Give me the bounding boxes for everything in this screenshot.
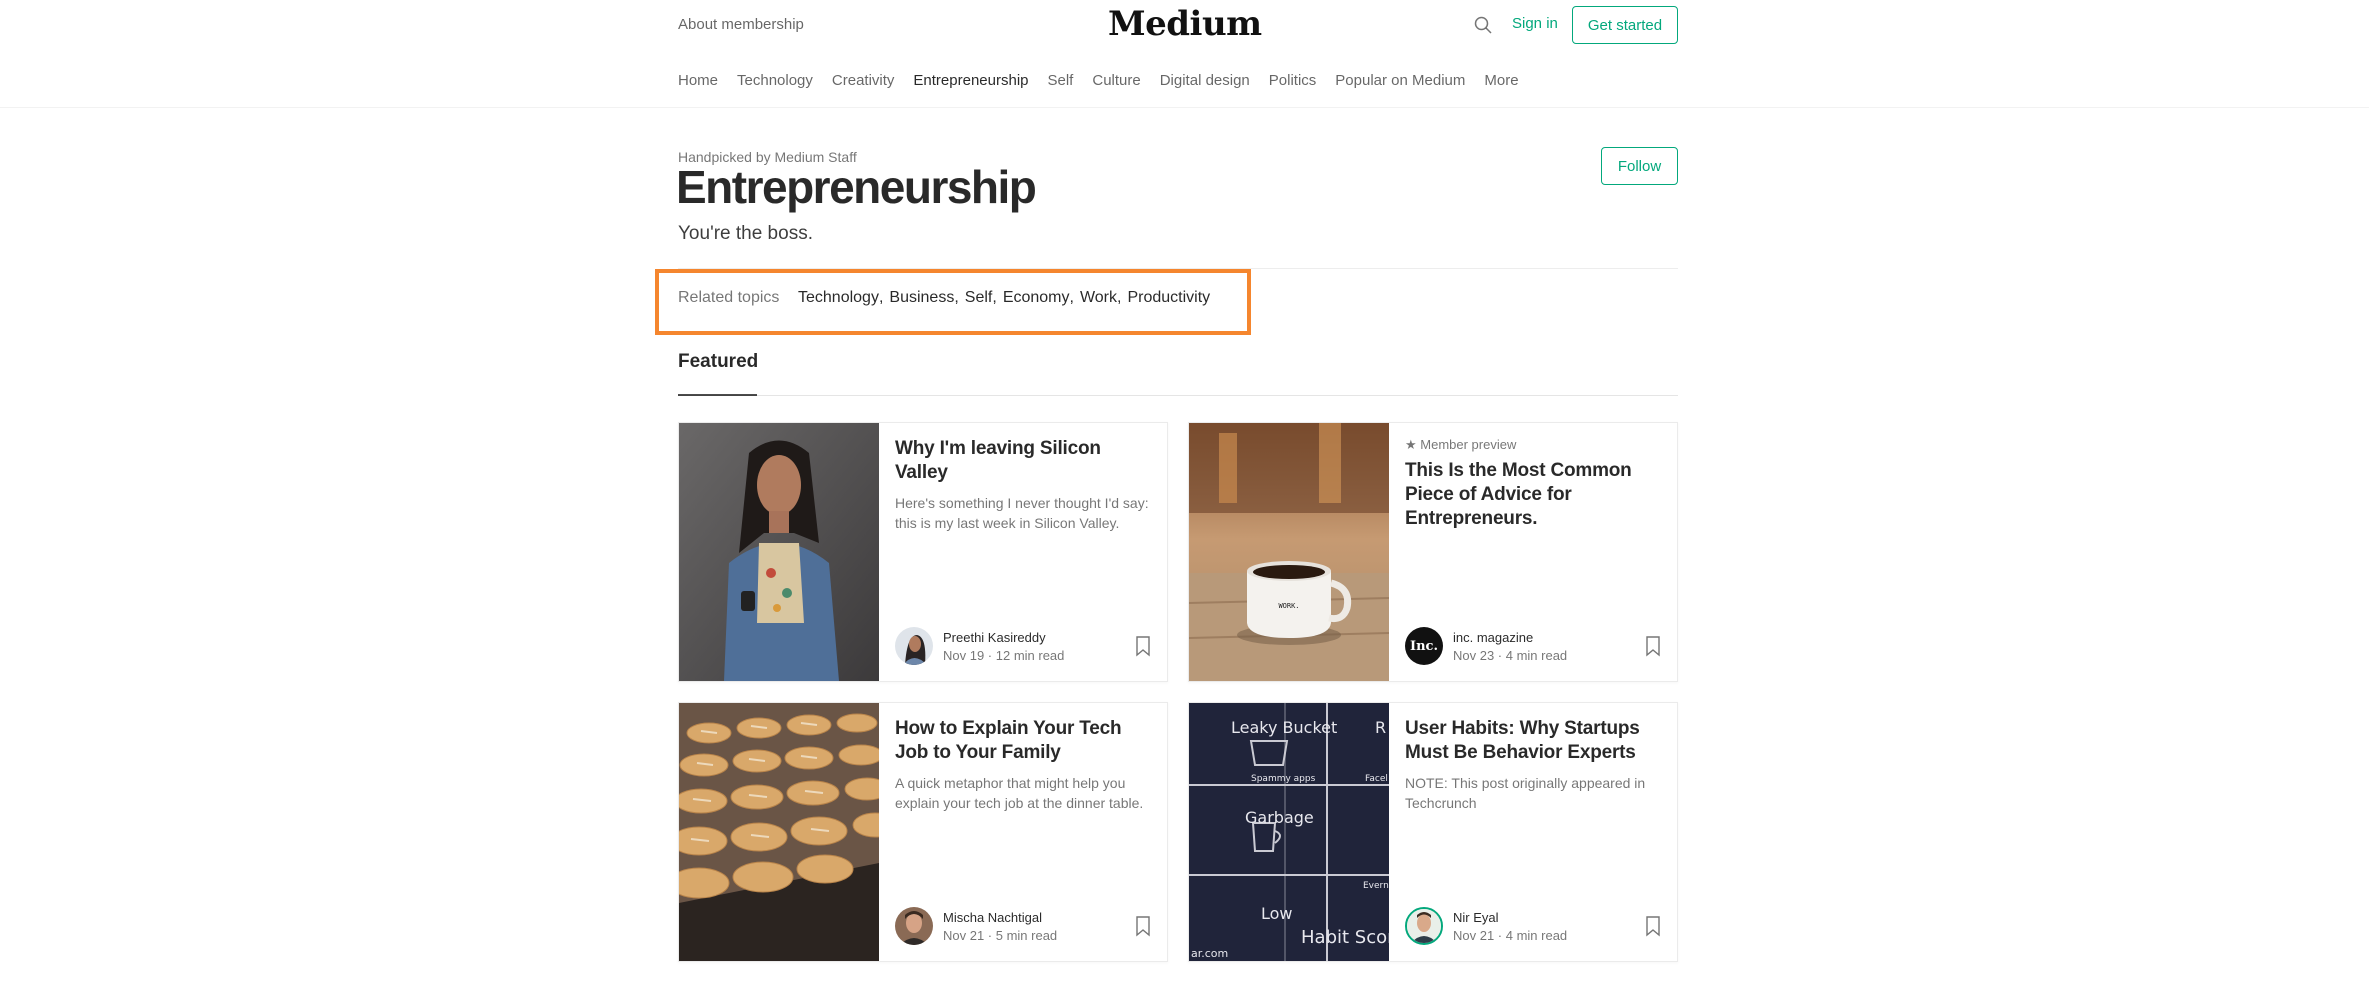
story-card[interactable]: WORK. ★ Member preview This Is the Most … [1188,422,1678,682]
story-thumbnail[interactable]: Leaky Bucket R Spammy apps Facel Garbage… [1189,703,1389,961]
related-topic-work[interactable]: Work [1080,289,1117,307]
top-header: About membership Medium Sign in Get star… [678,0,1678,52]
story-author: Nir Eyal Nov 21 · 4 min read [1405,907,1567,945]
nav-item-culture[interactable]: Culture [1092,72,1140,89]
nav-item-home[interactable]: Home [678,72,718,89]
story-thumbnail[interactable] [679,703,879,961]
story-meta: Nov 21 · 4 min read [1453,927,1568,943]
avatar[interactable]: Inc. [1405,627,1443,665]
bookmark-icon[interactable] [1135,635,1151,657]
nav-item-technology[interactable]: Technology [737,72,813,89]
story-card[interactable]: How to Explain Your Tech Job to Your Fam… [678,702,1168,962]
author-name[interactable]: Nir Eyal [1453,910,1567,925]
nav-item-more[interactable]: More [1484,72,1518,89]
story-card[interactable]: Leaky Bucket R Spammy apps Facel Garbage… [1188,702,1678,962]
story-title[interactable]: This Is the Most Common Piece of Advice … [1405,459,1667,531]
avatar[interactable] [895,907,933,945]
story-thumbnail[interactable] [679,423,879,681]
chalk-leaky-bucket: Leaky Bucket [1231,718,1337,737]
story-meta: Nov 23 · 4 min read [1453,647,1568,663]
author-name[interactable]: Mischa Nachtigal [943,910,1057,925]
author-name[interactable]: inc. magazine [1453,630,1567,645]
featured-divider [678,395,1678,396]
story-card[interactable]: Why I'm leaving Silicon Valley Here's so… [678,422,1168,682]
story-subtitle[interactable]: A quick metaphor that might help you exp… [895,773,1157,813]
get-started-button[interactable]: Get started [1572,6,1678,44]
nav-divider [0,107,2369,108]
story-title[interactable]: User Habits: Why Startups Must Be Behavi… [1405,717,1667,765]
sign-in-link[interactable]: Sign in [1512,15,1558,32]
related-topic-technology[interactable]: Technology [798,289,879,307]
story-meta: Nov 21 · 5 min read [943,927,1058,943]
story-author: Mischa Nachtigal Nov 21 · 5 min read [895,907,1057,945]
featured-underline [678,394,757,396]
nav-item-self[interactable]: Self [1048,72,1074,89]
avatar[interactable] [1405,907,1443,945]
inc-logo: Inc. [1410,638,1438,654]
story-subtitle[interactable]: Here's something I never thought I'd say… [895,493,1157,533]
medium-logo[interactable]: Medium [1108,4,1262,44]
nav-item-entrepreneurship[interactable]: Entrepreneurship [913,72,1028,89]
story-title[interactable]: Why I'm leaving Silicon Valley [895,437,1157,485]
bookmark-icon[interactable] [1645,915,1661,937]
related-topic-self[interactable]: Self [965,289,993,307]
story-meta: Nov 19 · 12 min read [943,647,1065,663]
chalk-url: ar.com [1191,947,1228,960]
related-topics-list: Technology, Business, Self, Economy, Wor… [798,289,1211,307]
follow-button[interactable]: Follow [1601,147,1678,185]
related-topic-productivity[interactable]: Productivity [1127,289,1210,307]
page-title: Entrepreneurship [676,161,1037,213]
nav-item-politics[interactable]: Politics [1269,72,1317,89]
search-icon[interactable] [1473,15,1493,35]
chalk-low: Low [1261,904,1293,923]
member-preview-label: ★ Member preview [1405,437,1517,452]
bookmark-icon[interactable] [1645,635,1661,657]
nav-item-creativity[interactable]: Creativity [832,72,895,89]
story-title[interactable]: How to Explain Your Tech Job to Your Fam… [895,717,1157,765]
featured-heading: Featured [678,351,759,372]
nav-item-popular[interactable]: Popular on Medium [1335,72,1465,89]
story-subtitle[interactable]: NOTE: This post originally appeared in T… [1405,773,1667,813]
chalk-spammy-apps: Spammy apps [1251,774,1316,784]
chalk-garbage: Garbage [1245,808,1314,827]
chalk-evernote: Everna [1363,881,1389,891]
chalk-facebook: Facel [1365,774,1388,784]
author-name[interactable]: Preethi Kasireddy [943,630,1064,645]
chalk-habit-score: Habit Scor [1301,927,1389,948]
topic-nav: Home Technology Creativity Entrepreneurs… [678,72,1678,89]
topic-tagline: You're the boss. [678,223,813,244]
story-author: Preethi Kasireddy Nov 19 · 12 min read [895,627,1064,665]
story-author: Inc. inc. magazine Nov 23 · 4 min read [1405,627,1567,665]
bookmark-icon[interactable] [1135,915,1151,937]
related-topic-business[interactable]: Business [889,289,954,307]
about-membership-link[interactable]: About membership [678,16,804,33]
chalk-r: R [1375,718,1386,737]
related-topics-label: Related topics [678,289,780,306]
avatar[interactable] [895,627,933,665]
mug-label: WORK. [1278,602,1299,610]
story-thumbnail[interactable]: WORK. [1189,423,1389,681]
related-topic-economy[interactable]: Economy [1003,289,1070,307]
nav-item-digital-design[interactable]: Digital design [1160,72,1250,89]
